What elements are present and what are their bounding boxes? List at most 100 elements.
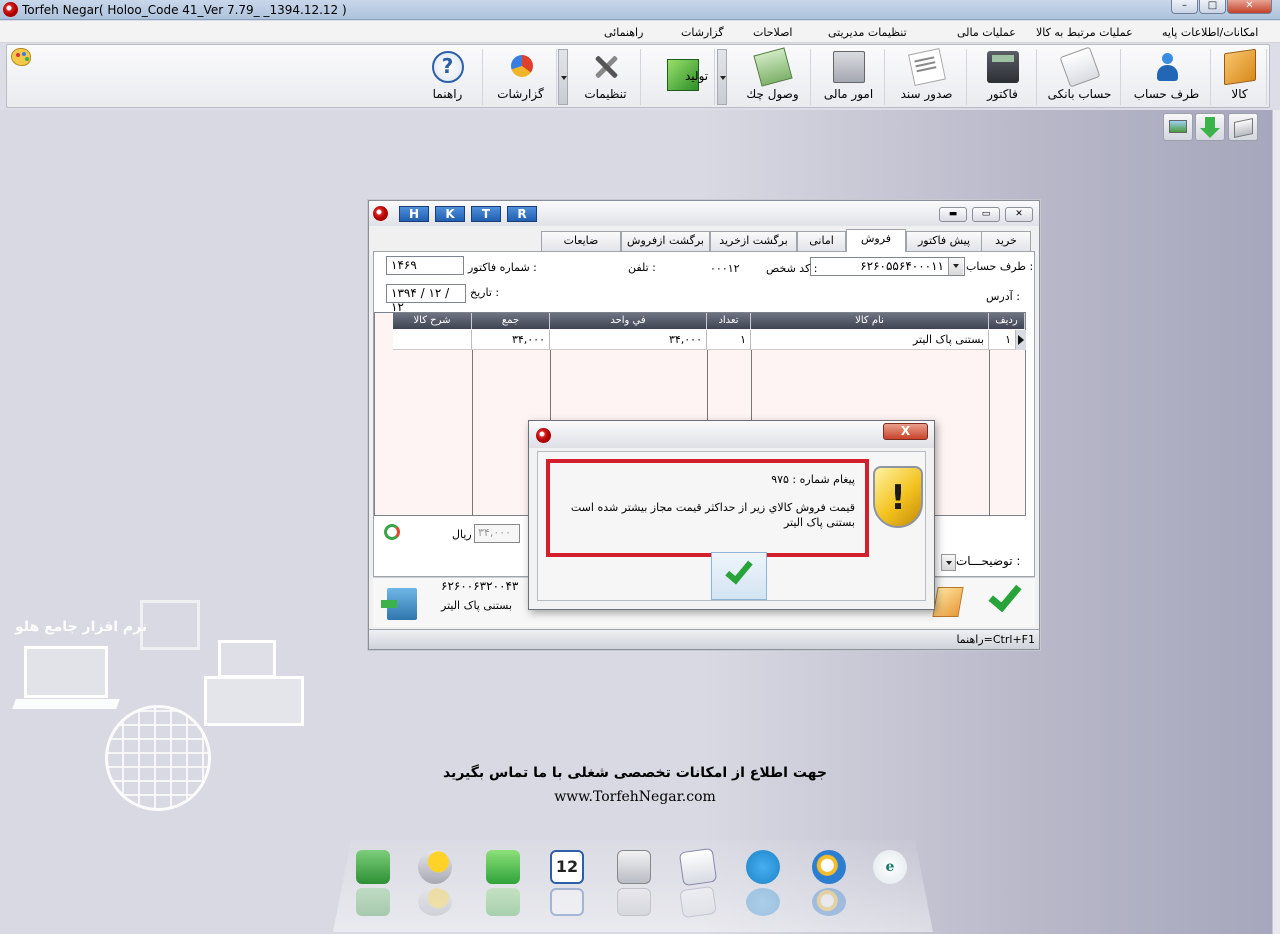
col-description[interactable]: شرح كالا (393, 313, 472, 329)
notepad-icon-reflection (679, 885, 717, 919)
menu-reports[interactable]: گزارشات (681, 26, 724, 39)
package-icon (1234, 117, 1253, 139)
hotkey-r-button[interactable]: R (507, 206, 537, 222)
hotkey-k-button[interactable]: K (435, 206, 465, 222)
invoice-close-button[interactable]: ✕ (1005, 207, 1033, 222)
col-total[interactable]: جمع (472, 313, 550, 329)
hotkey-t-button[interactable]: T (471, 206, 501, 222)
notepad-icon[interactable] (678, 847, 718, 887)
person-code-value: ۰۰۰۱۲ (710, 262, 740, 275)
telegram-icon[interactable] (746, 850, 780, 884)
address-label: آدرس : (986, 290, 1020, 303)
col-unit-price[interactable]: في واحد (550, 313, 707, 329)
dialog-ok-button[interactable] (711, 552, 767, 600)
menu-corrections[interactable]: اصلاحات (753, 26, 792, 39)
image-button[interactable] (1163, 113, 1193, 141)
toolbar-settings-button[interactable]: تنظیمات (571, 49, 641, 105)
description-dropdown-arrow[interactable] (941, 554, 956, 571)
minimize-button[interactable]: – (1171, 0, 1198, 14)
toolbar-label: راهنما (432, 87, 463, 101)
toolbar-help-button[interactable]: ? راهنما (413, 49, 483, 105)
app-title: Torfeh Negar( Holoo_Code 41_Ver 7.79_ _1… (22, 3, 347, 17)
refresh-icon[interactable] (384, 524, 400, 540)
save-check-button[interactable] (986, 577, 1022, 616)
invoice-status-bar: راهنما=Ctrl+F1 (369, 629, 1039, 649)
tab-purchase[interactable]: خريد (981, 231, 1031, 251)
pie-chart-icon (505, 51, 537, 83)
table-row-description[interactable] (393, 330, 472, 350)
internet-explorer-icon[interactable] (812, 850, 846, 884)
toolbar-product-button[interactable]: کالا (1213, 48, 1267, 105)
toolbar-label: فاکتور (987, 87, 1018, 101)
table-row-number[interactable]: ۱ (989, 330, 1016, 350)
toolbar-cheque-button[interactable]: وصول چك (735, 47, 811, 105)
exit-door-icon[interactable] (381, 588, 417, 620)
palette-icon[interactable] (11, 48, 31, 66)
invoice-minimize-button[interactable]: ▬ (939, 207, 967, 222)
account-combo[interactable]: ۶۲۶۰۵۵۶۴۰۰۰۱۱ (810, 257, 965, 276)
col-row[interactable]: رديف (989, 313, 1025, 329)
logo-icon[interactable]: e (873, 850, 907, 884)
date-input[interactable]: ۱۳۹۴ / ۱۲ / ۱۲ (386, 284, 466, 314)
toolbar-voucher-button[interactable]: صدور سند (887, 48, 967, 105)
tab-proforma[interactable]: پیش فاكتور (906, 231, 982, 251)
exit-icon[interactable] (356, 850, 390, 884)
calculator-icon-reflection (617, 888, 651, 916)
table-row-quantity[interactable]: ۱ (707, 330, 751, 350)
calendar-icon-reflection (550, 888, 584, 916)
toolbar-production-button[interactable]: تولید (643, 49, 715, 105)
invoice-number-input[interactable]: ۱۴۶۹ (386, 256, 464, 275)
hotkey-h-button[interactable]: H (399, 206, 429, 222)
toolbar-account-button[interactable]: طرف حساب (1123, 49, 1211, 105)
toolbar-reports-button[interactable]: گزارشات (485, 49, 557, 105)
toolbar-label: حساب بانکی (1047, 87, 1112, 101)
tab-sales[interactable]: فروش (846, 229, 906, 252)
table-row-product[interactable]: بستنی پاک الیتر (751, 330, 989, 350)
person-code-label: كد شخص : (766, 262, 818, 275)
toolbar-bank-account-button[interactable]: حساب بانکی (1039, 46, 1121, 105)
tab-waste[interactable]: ضايعات (541, 231, 621, 251)
abacus-icon (832, 51, 865, 83)
tab-purchase-return[interactable]: برگشت ازخريد (710, 231, 797, 251)
maximize-button[interactable]: □ (1199, 0, 1226, 14)
currency-label: ريال (452, 528, 472, 541)
production-dropdown-arrow[interactable] (717, 49, 727, 105)
account-dropdown-arrow[interactable] (948, 258, 963, 275)
help-hint: راهنما=Ctrl+F1 (956, 633, 1035, 646)
tab-sales-return[interactable]: برگشت ازفروش (621, 231, 710, 251)
toolbar-label: گزارشات (497, 87, 544, 101)
cash-register-illustration (204, 676, 304, 726)
toolbar-label: امور مالی (823, 87, 874, 101)
monitor-illustration (218, 640, 276, 678)
settings-dropdown-arrow[interactable] (558, 49, 568, 105)
box-button[interactable] (1228, 113, 1258, 141)
weather-icon[interactable] (418, 850, 452, 884)
table-row-unit-price[interactable]: ۳۴,۰۰۰ (550, 330, 707, 350)
download-button[interactable] (1195, 113, 1225, 141)
phone-icon[interactable] (486, 850, 520, 884)
menu-financial-ops[interactable]: عملیات مالی (957, 26, 1016, 39)
col-quantity[interactable]: تعداد (707, 313, 751, 329)
close-button[interactable]: ✕ (1227, 0, 1272, 14)
toolbar-invoice-button[interactable]: فاکتور (969, 49, 1037, 105)
dialog-close-button[interactable]: X (883, 423, 928, 440)
menu-help[interactable]: راهنمائی (604, 26, 643, 39)
account-label: طرف حساب : (966, 260, 1034, 273)
tab-consignment[interactable]: امانی (797, 231, 846, 251)
toolbar-finance-button[interactable]: امور مالی (813, 49, 885, 105)
calculator-dock-icon[interactable] (617, 850, 651, 884)
menu-basic-info[interactable]: امکانات/اطلاعات پایه (1162, 26, 1258, 39)
app-logo-icon (3, 2, 18, 17)
cheque-icon (752, 47, 793, 87)
menu-product-ops[interactable]: عملیات مرتبط به کالا (1036, 26, 1133, 39)
col-product-name[interactable]: نام كالا (751, 313, 989, 329)
menu-admin-settings[interactable]: تنظیمات مدیریتی (828, 26, 907, 39)
table-row-total[interactable]: ۳۴,۰۰۰ (472, 330, 550, 350)
grid-divider (472, 350, 473, 516)
edit-pen-icon[interactable] (932, 587, 964, 617)
calendar-icon[interactable]: 12 (550, 850, 584, 884)
grid-divider (989, 350, 990, 516)
person-icon (1151, 51, 1183, 83)
desktop-scrollbar[interactable] (1272, 110, 1280, 934)
invoice-maximize-button[interactable]: ▭ (972, 207, 1000, 222)
